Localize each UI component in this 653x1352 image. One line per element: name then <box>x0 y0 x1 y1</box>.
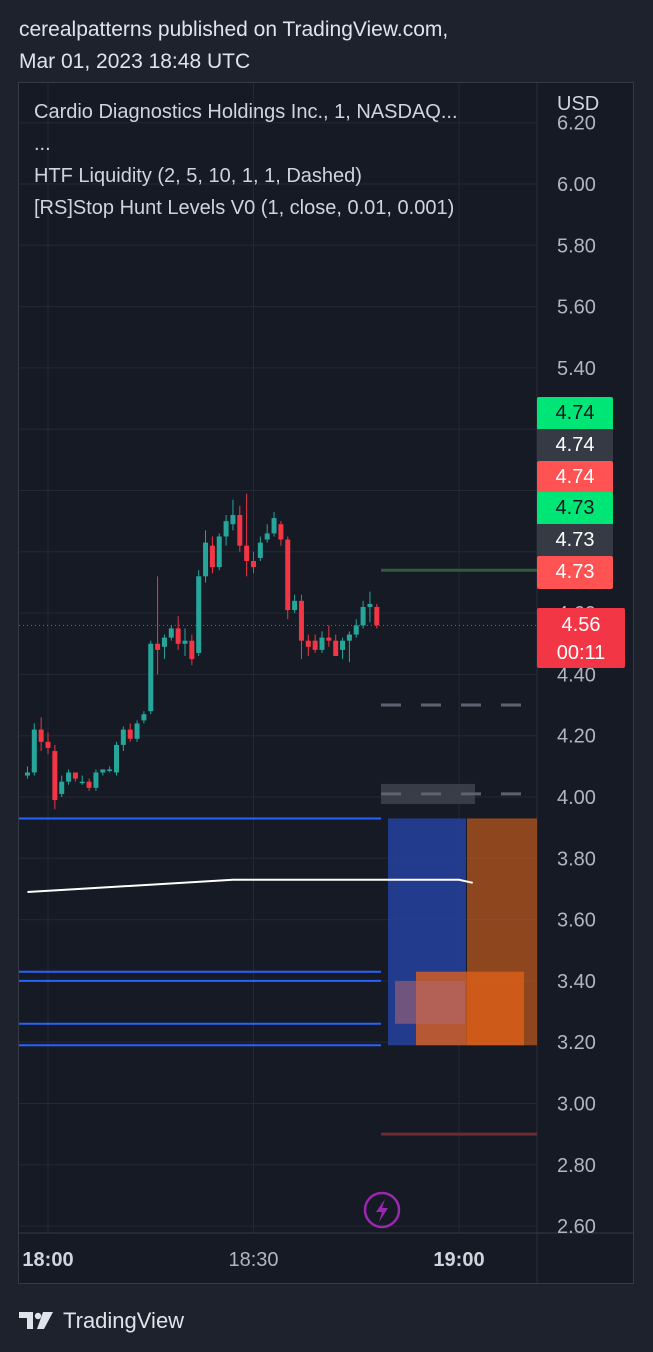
publish-header: cerealpatterns published on TradingView.… <box>19 14 448 78</box>
candle-body <box>367 603 373 607</box>
candle-body <box>196 576 202 653</box>
candle-body <box>353 625 359 635</box>
candle-body <box>107 769 113 771</box>
replay-lightning-icon[interactable] <box>363 1191 401 1229</box>
candle-body <box>120 729 126 745</box>
candle-body <box>203 542 209 577</box>
chart-canvas[interactable]: 6.206.005.805.605.405.205.004.804.604.40… <box>19 83 633 1283</box>
price-tick-label: 2.80 <box>557 1155 596 1177</box>
candle-body <box>72 772 78 779</box>
candle-body <box>86 781 92 788</box>
price-tick-label: 3.40 <box>557 971 596 993</box>
candle-body <box>223 521 229 537</box>
candle-body <box>155 643 161 650</box>
candle-body <box>100 769 106 773</box>
price-level-badge: 4.73 <box>537 556 613 589</box>
candle-body <box>312 640 318 650</box>
candle-body <box>93 772 99 788</box>
candle-body <box>271 518 277 534</box>
legend-indicator-htf[interactable]: HTF Liquidity (2, 5, 10, 1, 1, Dashed) <box>34 160 458 192</box>
price-tick-label: 3.00 <box>557 1094 596 1116</box>
candle-body <box>251 560 256 568</box>
candle-body <box>31 729 37 773</box>
candle-body <box>216 536 222 568</box>
price-tick-label: 5.80 <box>557 235 596 257</box>
bar-countdown: 00:11 <box>556 642 606 664</box>
candle-body <box>38 729 44 742</box>
candle-body <box>333 640 339 657</box>
price-tick-label: 2.60 <box>557 1216 596 1238</box>
candle-body <box>209 545 215 568</box>
candle-body <box>189 640 195 660</box>
currency-label[interactable]: USD <box>557 93 599 116</box>
publish-date: Mar 01, 2023 18:48 UTC <box>19 50 251 73</box>
candle-body <box>237 515 243 546</box>
price-tick-label: 5.40 <box>557 358 596 380</box>
candle-body <box>127 729 133 739</box>
candle-body <box>24 772 30 776</box>
candle-body <box>79 781 85 784</box>
candle-body <box>278 524 284 540</box>
candle-body <box>360 606 366 626</box>
price-tick-label: 3.80 <box>557 848 596 870</box>
legend-indicator-stop-hunt[interactable]: [RS]Stop Hunt Levels V0 (1, close, 0.01,… <box>34 192 458 224</box>
price-tick-label: 5.60 <box>557 297 596 319</box>
price-level-badge: 4.74 <box>537 460 613 494</box>
candle-body <box>305 640 311 647</box>
candle-body <box>45 741 51 748</box>
chart-legend: Cardio Diagnostics Holdings Inc., 1, NAS… <box>34 96 458 224</box>
price-level-badge: 4.73 <box>537 524 613 558</box>
liquidity-zone-overlap <box>395 980 465 1024</box>
publisher-line: cerealpatterns published on TradingView.… <box>19 18 449 41</box>
price-tick-label: 6.00 <box>557 174 596 196</box>
chart-container[interactable]: 6.206.005.805.605.405.205.004.804.604.40… <box>18 82 634 1284</box>
candle-body <box>285 539 291 611</box>
candle-body <box>59 781 65 794</box>
current-price-value: 4.56 <box>561 614 601 636</box>
price-tick-label: 6.20 <box>557 113 596 135</box>
footer: TradingView <box>19 1305 184 1337</box>
time-tick-label: 18:00 <box>22 1249 73 1271</box>
candle-body <box>374 606 380 626</box>
current-price-badge: 4.56 00:11 <box>537 608 625 668</box>
candle-body <box>148 643 154 712</box>
price-level-badge: 4.74 <box>537 397 613 430</box>
candle-body <box>264 533 270 540</box>
candle-body <box>346 634 352 641</box>
legend-symbol[interactable]: Cardio Diagnostics Holdings Inc., 1, NAS… <box>34 96 458 128</box>
brand-name[interactable]: TradingView <box>63 1308 184 1334</box>
candle-body <box>326 637 332 641</box>
candle-body <box>66 772 72 782</box>
candle-body <box>230 515 236 525</box>
candle-body <box>52 751 58 801</box>
candle-body <box>168 628 174 638</box>
tradingview-logo-icon[interactable] <box>19 1311 55 1331</box>
candle-body <box>134 723 140 739</box>
lightning-icon-bolt <box>376 1199 388 1222</box>
candle-body <box>244 545 250 561</box>
time-tick-label: 19:00 <box>433 1249 484 1271</box>
price-tick-label: 3.20 <box>557 1032 596 1054</box>
candle-body <box>292 600 298 611</box>
candle-body <box>141 714 147 721</box>
candle-body <box>257 542 263 558</box>
price-tick-label: 4.00 <box>557 787 596 809</box>
price-level-badge: 4.74 <box>537 428 613 462</box>
candle-body <box>161 637 167 647</box>
price-tick-label: 3.60 <box>557 910 596 932</box>
price-tick-label: 4.20 <box>557 726 596 748</box>
candle-body <box>319 637 325 650</box>
candle-body <box>114 744 119 773</box>
price-level-badge: 4.73 <box>537 492 613 526</box>
candle-body <box>298 600 304 641</box>
time-tick-label: 18:30 <box>228 1249 278 1271</box>
candle-body <box>175 628 181 644</box>
legend-more[interactable]: ... <box>34 128 458 160</box>
candle-body <box>340 640 346 650</box>
candle-body <box>182 640 188 644</box>
